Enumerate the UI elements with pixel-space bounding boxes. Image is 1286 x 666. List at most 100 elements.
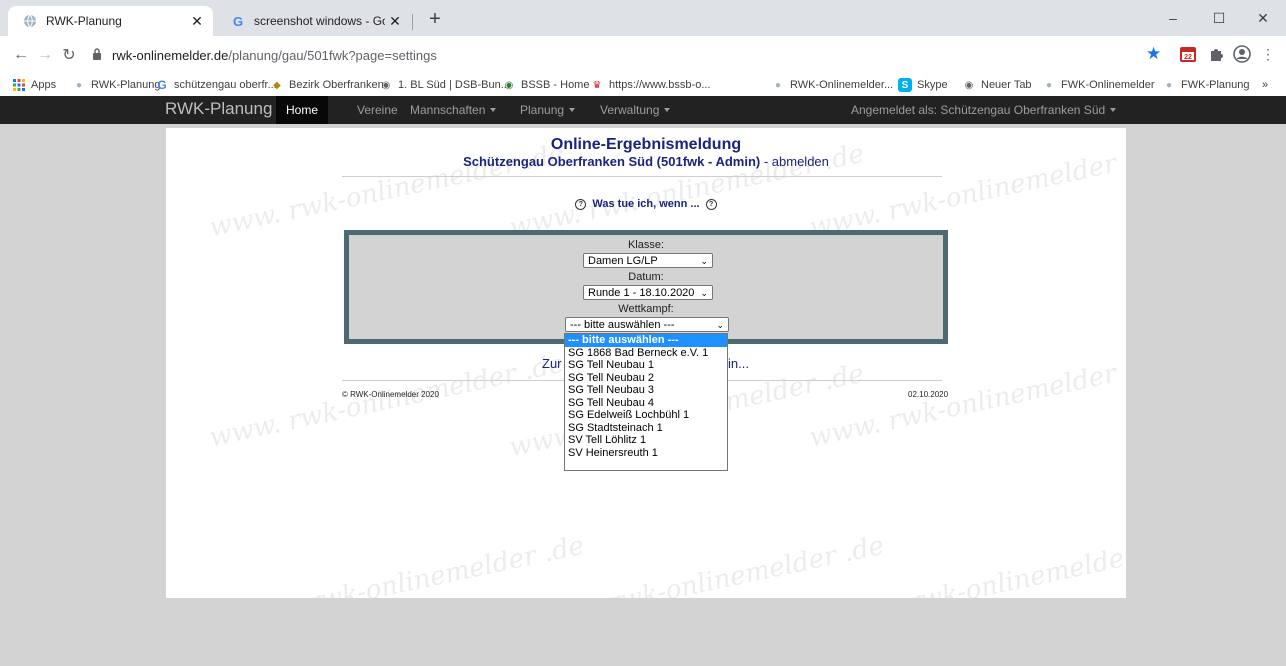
bookmark-fwk-planung[interactable]: ● FWK-Planung bbox=[1162, 76, 1250, 94]
nav-label: Mannschaften bbox=[410, 103, 486, 117]
dropdown-option[interactable]: SG 1868 Bad Berneck e.V. 1 bbox=[565, 347, 727, 360]
chevron-down-icon: ⌄ bbox=[716, 320, 724, 330]
bookmarks-bar: Apps ● RWK-Planung Gschützengau oberfr...… bbox=[0, 74, 1286, 97]
url-path: /planung/gau/501fwk?page=settings bbox=[228, 47, 437, 63]
lock-icon bbox=[92, 47, 104, 63]
nav-user-label: Angemeldet als: Schützengau Oberfranken … bbox=[851, 103, 1106, 117]
tab-title: screenshot windows - Google Su bbox=[254, 14, 385, 28]
logout-link[interactable]: abmelden bbox=[772, 154, 829, 169]
bookmark-rwk-planung[interactable]: ● RWK-Planung bbox=[72, 76, 161, 94]
dropdown-option[interactable]: SG Tell Neubau 3 bbox=[565, 384, 727, 397]
bookmark-label: Bezirk Oberfranken bbox=[289, 79, 384, 91]
nav-planung[interactable]: Planung bbox=[520, 96, 576, 124]
datum-select[interactable]: Runde 1 - 18.10.2020 ⌄ bbox=[583, 285, 713, 300]
dropdown-option[interactable]: SG Edelweiß Lochbühl 1 bbox=[565, 409, 727, 422]
wettkampf-label: Wettkampf: bbox=[618, 303, 674, 315]
back-link-right[interactable]: in... bbox=[728, 356, 749, 371]
dropdown-option[interactable]: SG Stadtsteinach 1 bbox=[565, 422, 727, 435]
forward-arrow-icon[interactable]: → bbox=[34, 44, 56, 66]
selection-form: Klasse: Damen LG/LP ⌄ Datum: Runde 1 - 1… bbox=[344, 230, 948, 344]
minimize-button[interactable]: – bbox=[1150, 0, 1196, 36]
dropdown-option[interactable]: SG Tell Neubau 1 bbox=[565, 359, 727, 372]
bookmark-label: Neuer Tab bbox=[981, 79, 1032, 91]
subtitle-separator: - bbox=[760, 154, 772, 169]
extension-badge: 22 bbox=[1184, 54, 1192, 61]
bookmark-label: BSSB - Home bbox=[521, 79, 590, 91]
dropdown-option[interactable]: SG Tell Neubau 2 bbox=[565, 372, 727, 385]
tab-google-search[interactable]: G screenshot windows - Google Su ✕ bbox=[216, 6, 411, 36]
page-title: Online-Ergebnismeldung bbox=[550, 136, 742, 153]
close-window-button[interactable]: ✕ bbox=[1240, 0, 1286, 36]
extensions-puzzle-icon[interactable] bbox=[1206, 44, 1226, 64]
bookmark-rwk-onlinemelder[interactable]: ● RWK-Onlinemelder... bbox=[771, 76, 893, 94]
bookmark-label: RWK-Planung bbox=[91, 79, 161, 91]
klasse-value: Damen LG/LP bbox=[588, 254, 658, 267]
nav-vereine[interactable]: Vereine bbox=[357, 96, 398, 124]
maximize-button[interactable]: ☐ bbox=[1196, 0, 1242, 36]
google-icon: G bbox=[157, 78, 167, 92]
bookmark-label: schützengau oberfr... bbox=[174, 79, 277, 91]
dropdown-option[interactable]: SV Tell Löhlitz 1 bbox=[565, 434, 727, 447]
nav-mannschaften[interactable]: Mannschaften bbox=[410, 96, 497, 124]
dropdown-option[interactable]: SG Tell Neubau 4 bbox=[565, 397, 727, 410]
bookmark-fwk-onlinemelder[interactable]: ● FWK-Onlinemelder bbox=[1042, 76, 1155, 94]
bookmark-apps[interactable]: Apps bbox=[12, 76, 56, 94]
bookmark-star-icon[interactable]: ★ bbox=[1146, 44, 1161, 64]
close-tab-icon[interactable]: ✕ bbox=[385, 13, 405, 30]
copyright: © RWK-Onlinemelder 2020 bbox=[342, 390, 439, 399]
bssb-o-icon: ♛ bbox=[592, 79, 602, 91]
caret-down-icon bbox=[664, 108, 671, 112]
browser-toolbar: ← → ↻ rwk-onlinemelder.de/planung/gau/50… bbox=[0, 36, 1286, 74]
bookmark-bssb-o[interactable]: ♛ https://www.bssb-o... bbox=[590, 76, 711, 94]
globe-favicon-icon: ● bbox=[1165, 79, 1173, 91]
profile-avatar-icon[interactable] bbox=[1232, 44, 1252, 64]
page-subtitle: Schützengau Oberfranken Süd (501fwk - Ad… bbox=[166, 154, 1126, 169]
address-bar[interactable]: rwk-onlinemelder.de/planung/gau/501fwk?p… bbox=[86, 42, 1176, 68]
klasse-label: Klasse: bbox=[627, 239, 665, 251]
caret-down-icon bbox=[1110, 108, 1117, 112]
site-brand[interactable]: RWK-Planung bbox=[165, 99, 272, 119]
menu-kebab-icon[interactable]: ⋮ bbox=[1258, 44, 1278, 64]
bookmark-label: Apps bbox=[31, 79, 57, 91]
crest-icon: ◆ bbox=[273, 79, 281, 91]
bookmark-label: FWK-Planung bbox=[1181, 79, 1250, 91]
new-tab-button[interactable]: + bbox=[424, 9, 446, 31]
nav-user-menu[interactable]: Angemeldet als: Schützengau Oberfranken … bbox=[851, 96, 1117, 124]
watermark: www. rwk-onlinemelder .de bbox=[827, 531, 1126, 598]
bookmarks-overflow-button[interactable]: » bbox=[1262, 76, 1268, 94]
nav-verwaltung[interactable]: Verwaltung bbox=[600, 96, 671, 124]
globe-favicon-icon: ● bbox=[75, 79, 83, 91]
tab-title: RWK-Planung bbox=[46, 14, 122, 28]
back-link-left[interactable]: Zur bbox=[542, 356, 562, 371]
divider bbox=[342, 176, 942, 177]
tab-rwk-planung[interactable]: RWK-Planung ✕ bbox=[8, 6, 213, 36]
bookmark-schuetzengau[interactable]: Gschützengau oberfr... bbox=[155, 76, 277, 94]
close-tab-icon[interactable]: ✕ bbox=[187, 13, 207, 30]
wettkampf-select[interactable]: --- bitte auswählen --- ⌄ bbox=[565, 317, 729, 332]
back-arrow-icon[interactable]: ← bbox=[10, 44, 32, 66]
apps-grid-icon bbox=[12, 78, 26, 92]
tab-separator bbox=[412, 14, 413, 30]
url-host: rwk-onlinemelder.de bbox=[112, 47, 229, 63]
globe-icon: ◉ bbox=[964, 79, 974, 91]
klasse-select[interactable]: Damen LG/LP ⌄ bbox=[583, 253, 713, 268]
bookmark-label: https://www.bssb-o... bbox=[609, 79, 711, 91]
extension-calendar-icon[interactable]: 22 bbox=[1178, 44, 1198, 64]
nav-label: Planung bbox=[520, 103, 565, 117]
dropdown-option[interactable]: --- bitte auswählen --- bbox=[565, 334, 727, 347]
reload-icon[interactable]: ↻ bbox=[58, 44, 80, 66]
bookmark-dsb[interactable]: ◉ 1. BL Süd | DSB-Bun... bbox=[379, 76, 510, 94]
nav-label: Verwaltung bbox=[600, 103, 660, 117]
browser-tab-strip: RWK-Planung ✕ G screenshot windows - Goo… bbox=[0, 0, 1286, 36]
question-circle-icon: ? bbox=[575, 198, 587, 210]
bookmark-skype[interactable]: S Skype bbox=[898, 76, 948, 94]
bookmark-bezirk-oberfranken[interactable]: ◆ Bezirk Oberfranken bbox=[270, 76, 384, 94]
bookmark-bssb[interactable]: ◉ BSSB - Home bbox=[502, 76, 590, 94]
caret-down-icon bbox=[569, 108, 576, 112]
nav-home[interactable]: Home bbox=[276, 96, 329, 124]
dropdown-option[interactable]: SV Heinersreuth 1 bbox=[565, 447, 727, 460]
bookmark-neuer-tab[interactable]: ◉ Neuer Tab bbox=[962, 76, 1032, 94]
help-link-row[interactable]: ? Was tue ich, wenn ...? bbox=[166, 198, 1126, 210]
question-circle-icon: ? bbox=[705, 198, 717, 210]
watermark: www. rwk-onlinemelder .de bbox=[206, 348, 567, 454]
